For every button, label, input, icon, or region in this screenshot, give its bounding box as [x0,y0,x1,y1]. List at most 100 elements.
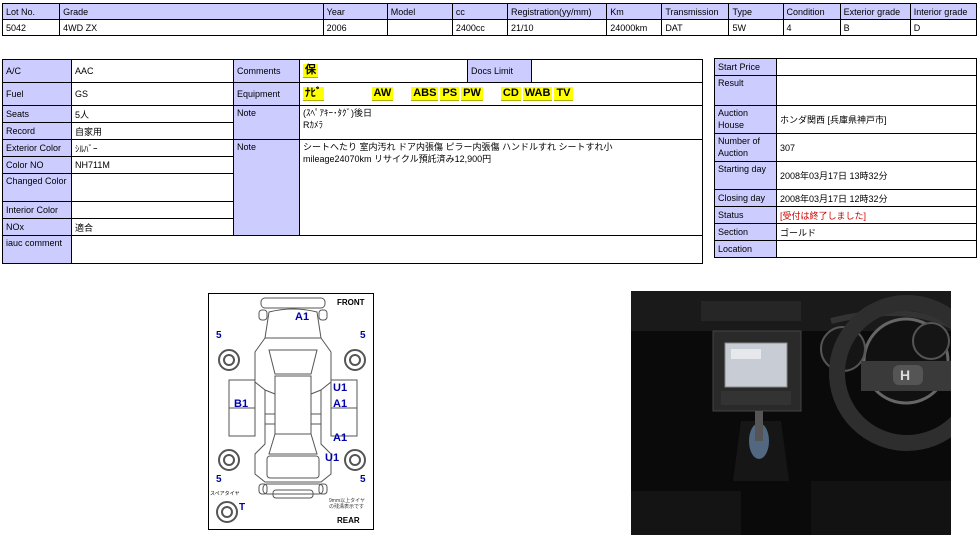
comments-label: Comments [233,59,300,83]
equipment-badge-wab: WAB [522,87,553,101]
registration-value: 21/10 [506,19,608,36]
front-label: FRONT [337,298,365,307]
exterior-grade-value: B [839,19,911,36]
note-label: Note [233,105,300,140]
result-value [776,75,977,106]
tire-grade-rear-right: 5 [360,474,366,485]
type-value: 5W [728,19,784,36]
seats-label: Seats [2,105,72,123]
grade-value: 4WD ZX [59,19,324,36]
iauc-comment-label: iauc comment [2,235,72,264]
damage-mark-front: A1 [295,311,310,323]
number-of-auction-label: Number of Auction [714,133,777,162]
ac-value: AAC [71,59,234,83]
seats-value: 5人 [71,105,234,123]
dashboard-illustration: H [631,291,951,535]
section-value: ゴールド [776,223,977,241]
lot-no-value: 5042 [1,19,61,36]
section-label: Section [714,223,777,241]
header-year: Year [322,3,388,20]
interior-grade-value: D [909,19,978,36]
color-no-value: NH711M [71,156,234,174]
km-value: 24000km [606,19,663,36]
auction-house-label: Auction House [714,105,777,134]
location-value [776,240,977,258]
note-line-1: (ｽﾍﾟｱｷｰ･ﾀｸﾞ)後日 [303,108,372,118]
equipment-badge-ps: PS [440,87,460,101]
damage-mark-right-rear-u: U1 [325,452,340,464]
header-condition: Condition [782,3,841,20]
header-transmission: Transmission [661,3,730,20]
lot-header-row: Lot No. Grade Year Model cc Registration… [1,3,978,20]
year-value: 2006 [322,19,388,36]
note-line-2: Rｶﾒﾗ [303,120,323,130]
inspection-sheet[interactable]: FRONT REAR A1 B1 U1 A1 A1 U1 5 5 5 5 スペア… [208,293,374,530]
exterior-color-label: Exterior Color [2,139,72,157]
equipment-badge-abs: ABS [411,87,439,101]
equipment-label: Equipment [233,82,300,106]
location-label: Location [714,240,777,258]
equipment-badge-pw: PW [461,87,483,101]
interior-color-label: Interior Color [2,201,72,219]
number-of-auction-value: 307 [776,133,977,162]
status-label: Status [714,206,777,224]
vehicle-details-table: A/C AAC Comments 保 Docs Limit Fuel GS Eq… [2,59,703,264]
comments-badge: 保 [303,64,318,78]
spare-tire-label: スペアタイヤ [210,491,240,497]
rear-label: REAR [337,516,360,525]
nox-label: NOx [2,218,72,236]
equipment-badge-tv: TV [554,87,573,101]
color-no-label: Color NO [2,156,72,174]
docs-limit-value [531,59,703,83]
ac-label: A/C [2,59,72,83]
header-cc: cc [451,3,509,20]
note-2-line-2: mileage24070km リサイクル預託済み12,900円 [303,154,492,164]
exterior-color-value: ｼﾙﾊﾞｰ [71,139,234,157]
record-value: 自家用 [71,122,234,140]
damage-mark-right-rear-a: A1 [333,432,348,444]
tire-grade-rear-left: 5 [216,474,222,485]
spare-tire-grade: T [239,502,246,513]
equipment-badge-cd: CD [500,87,521,101]
record-label: Record [2,122,72,140]
start-price-label: Start Price [714,58,777,76]
header-km: Km [606,3,663,20]
closing-day-label: Closing day [714,189,777,207]
comments-value: 保 [299,59,468,83]
interior-photo[interactable]: H [631,291,951,535]
tire-note: 9mm以上タイヤの残溝表示です [329,498,365,510]
starting-day-label: Starting day [714,161,777,190]
damage-mark-left-door: B1 [234,398,249,410]
fuel-label: Fuel [2,82,72,106]
header-interior-grade: Interior grade [909,3,978,20]
changed-color-value [71,173,234,202]
note-value: (ｽﾍﾟｱｷｰ･ﾀｸﾞ)後日 Rｶﾒﾗ [299,105,703,140]
tire-grade-front-left: 5 [216,330,222,341]
iauc-comment-value [71,235,703,264]
closing-day-value: 2008年03月17日 12時32分 [776,189,977,207]
svg-text:H: H [900,367,910,383]
lot-summary-table: Lot No. Grade Year Model cc Registration… [1,3,978,36]
interior-color-value [71,201,234,219]
header-model: Model [386,3,453,20]
auction-info-table: Start Price Result Auction House ホンダ関西 [… [714,58,977,258]
note-2-line-1: シートへたり 室内汚れ ドア内張傷 ピラー内張傷 ハンドルすれ シートすれ小 [303,142,613,152]
transmission-value: DAT [661,19,730,36]
equipment-badge-aw: AW [371,87,394,101]
header-type: Type [728,3,784,20]
header-grade: Grade [59,3,324,20]
docs-limit-label: Docs Limit [467,59,532,83]
changed-color-label: Changed Color [2,173,72,202]
cc-value: 2400cc [451,19,509,36]
fuel-value: GS [71,82,234,106]
header-exterior-grade: Exterior grade [839,3,911,20]
starting-day-value: 2008年03月17日 13時32分 [776,161,977,190]
note-2-label: Note [233,139,300,236]
tire-grade-front-right: 5 [360,330,366,341]
damage-mark-right-front-a: A1 [333,398,348,410]
note-2-value: シートへたり 室内汚れ ドア内張傷 ピラー内張傷 ハンドルすれ シートすれ小 m… [299,139,703,236]
header-registration: Registration(yy/mm) [506,3,608,20]
header-lot-no: Lot No. [1,3,61,20]
model-value [386,19,453,36]
nox-value: 適合 [71,218,234,236]
